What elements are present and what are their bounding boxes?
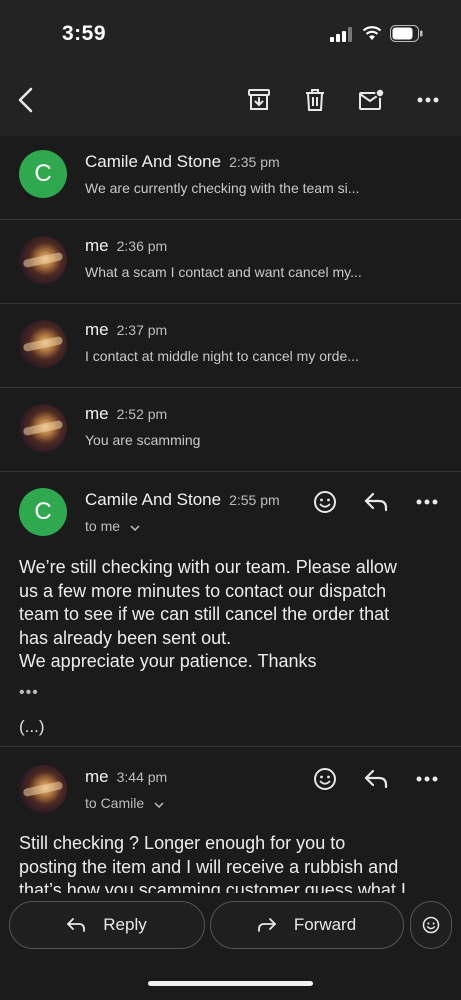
emoji-button[interactable]: [410, 901, 452, 949]
message-time: 2:55 pm: [229, 492, 280, 508]
wifi-icon: [362, 26, 382, 40]
avatar: C: [19, 150, 67, 198]
chevron-down-icon: [154, 802, 164, 809]
more-icon[interactable]: [414, 86, 442, 114]
avatar: [19, 404, 67, 452]
body-line: team to see if we can still cancel the o…: [19, 604, 390, 624]
forward-label: Forward: [293, 915, 357, 934]
reply-icon[interactable]: [363, 766, 389, 792]
trash-icon[interactable]: [301, 86, 329, 114]
recipient-line[interactable]: to me: [85, 518, 140, 534]
emoji-react-icon[interactable]: [312, 766, 338, 792]
recipient-label: to Camile: [85, 795, 145, 811]
recipient-line[interactable]: to Camile: [85, 795, 164, 811]
status-time: 3:59: [62, 22, 107, 45]
sender-name: me 2:36 pm: [85, 236, 167, 256]
body-line: We’re still checking with our team. Plea…: [19, 557, 397, 577]
trimmed-content[interactable]: (...): [19, 717, 45, 737]
more-icon[interactable]: [414, 766, 440, 792]
avatar: [19, 320, 67, 368]
more-icon[interactable]: [414, 489, 440, 515]
sender-label: Camile And Stone: [85, 152, 222, 171]
sender-label: Camile And Stone: [85, 490, 222, 509]
status-bar: 3:59: [0, 0, 461, 64]
avatar: [19, 765, 67, 813]
sender-label: me: [85, 320, 109, 339]
forward-arrow-icon: [257, 918, 276, 932]
reply-button[interactable]: Reply: [9, 901, 205, 949]
message-time: 2:36 pm: [116, 238, 168, 254]
expanded-message: me 3:44 pm to Camile Still checking ? Lon…: [0, 748, 461, 893]
reply-bar: Reply Forward: [0, 893, 461, 1000]
message-time: 2:37 pm: [116, 322, 168, 338]
mail-unread-icon[interactable]: [358, 86, 386, 114]
forward-button[interactable]: Forward: [210, 901, 404, 949]
sender-label: me: [85, 404, 109, 423]
expanded-message: C Camile And Stone 2:55 pm to me We’re st…: [0, 472, 461, 747]
cellular-signal-icon: [330, 27, 352, 42]
collapsed-message[interactable]: me 2:36 pm What a scam I contact and want…: [0, 220, 461, 304]
message-body: Still checking ? Longer enough for you t…: [19, 832, 444, 893]
message-time: 2:52 pm: [116, 406, 168, 422]
sender-name: Camile And Stone 2:35 pm: [85, 152, 280, 172]
message-snippet: We are currently checking with the team …: [85, 180, 360, 196]
collapsed-message[interactable]: me 2:52 pm You are scamming: [0, 388, 461, 472]
sender-label: me: [85, 767, 109, 786]
body-line: us a few more minutes to contact our dis…: [19, 580, 387, 601]
archive-icon[interactable]: [245, 86, 273, 114]
collapsed-message[interactable]: C Camile And Stone 2:35 pm We are current…: [0, 136, 461, 220]
message-snippet: What a scam I contact and want cancel my…: [85, 264, 362, 280]
sender-name: me 2:37 pm: [85, 320, 167, 340]
sender-name: me 2:52 pm: [85, 404, 167, 424]
collapsed-message[interactable]: me 2:37 pm I contact at middle night to c…: [0, 304, 461, 388]
sender-name: me 3:44 pm: [85, 767, 167, 787]
message-thread: C Camile And Stone 2:35 pm We are current…: [0, 136, 461, 472]
show-quoted-button[interactable]: •••: [19, 684, 39, 702]
reply-label: Reply: [103, 915, 147, 934]
sender-name: Camile And Stone 2:55 pm: [85, 490, 280, 510]
body-line: We appreciate your patience. Thanks: [19, 651, 317, 671]
body-line: has already been sent out.: [19, 627, 232, 648]
recipient-label: to me: [85, 518, 121, 534]
reply-arrow-icon: [67, 918, 86, 932]
battery-icon: [390, 25, 423, 42]
message-snippet: I contact at middle night to cancel my o…: [85, 348, 359, 364]
body-line: posting the item and I will receive a ru…: [19, 856, 399, 877]
back-icon[interactable]: [12, 86, 40, 114]
body-line: that’s how you scamming customer guess w…: [19, 880, 406, 893]
message-time: 2:35 pm: [229, 154, 280, 170]
message-snippet: You are scamming: [85, 432, 201, 448]
sender-label: me: [85, 236, 109, 255]
message-body: We’re still checking with our team. Plea…: [19, 556, 444, 674]
home-indicator: [148, 981, 313, 986]
body-line: Still checking ? Longer enough for you t…: [19, 833, 346, 853]
chevron-down-icon: [130, 525, 140, 532]
message-toolbar: [0, 64, 461, 136]
emoji-react-icon[interactable]: [312, 489, 338, 515]
avatar: [19, 236, 67, 284]
emoji-icon: [422, 916, 440, 934]
message-time: 3:44 pm: [116, 769, 168, 785]
reply-icon[interactable]: [363, 489, 389, 515]
avatar: C: [19, 488, 67, 536]
